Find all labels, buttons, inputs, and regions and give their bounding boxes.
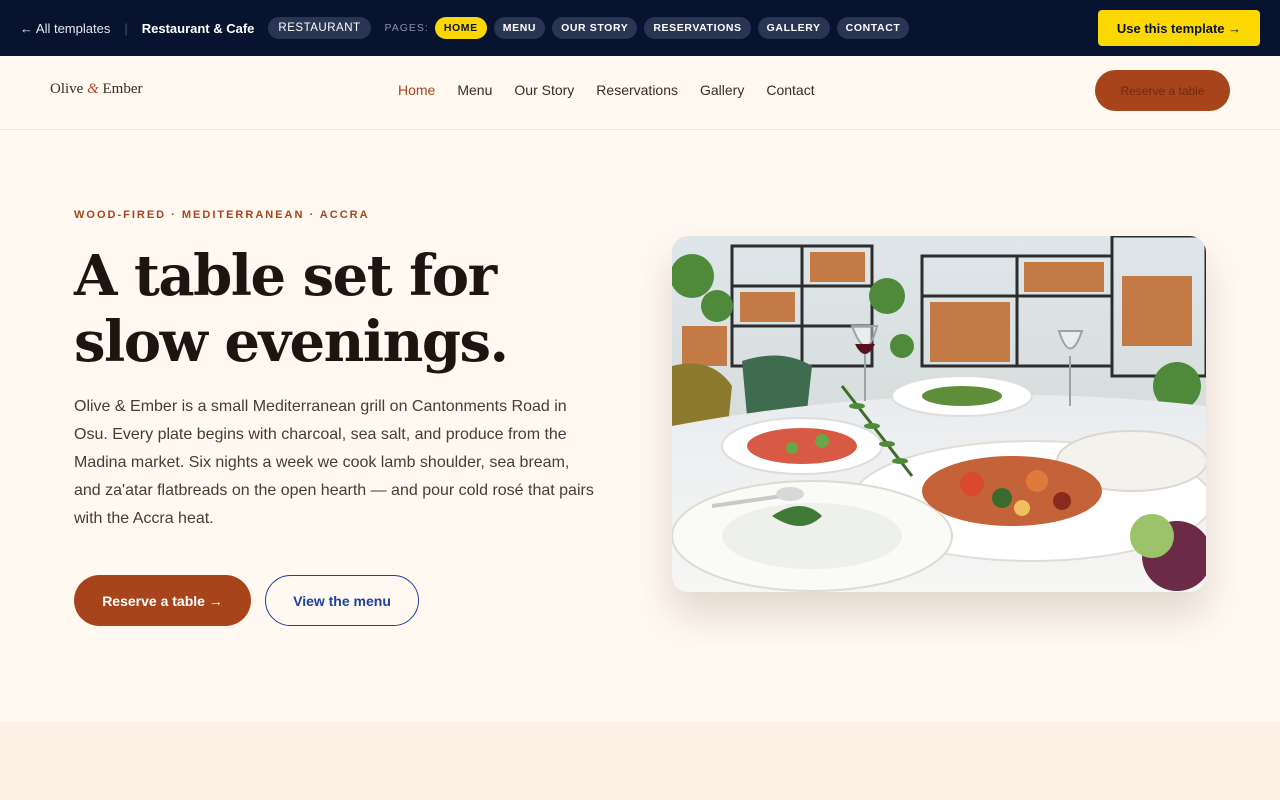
- reserve-table-button[interactable]: Reserve a table →: [74, 575, 251, 626]
- page-pill-reservations[interactable]: RESERVATIONS: [644, 17, 751, 39]
- header-reserve-button[interactable]: Reserve a table: [1095, 70, 1230, 111]
- nav-contact[interactable]: Contact: [766, 82, 814, 98]
- headline-line-1: A table set for: [74, 243, 497, 309]
- hero-description: Olive & Ember is a small Mediterranean g…: [74, 398, 594, 527]
- site-logo[interactable]: Olive & Ember: [50, 81, 142, 98]
- template-bar: ← All templates | Restaurant & Cafe REST…: [0, 0, 1280, 56]
- restaurant-table-illustration: [672, 236, 1206, 592]
- hero-eyebrow: WOOD-FIRED · MEDITERRANEAN · ACCRA: [74, 209, 370, 221]
- nav-our-story[interactable]: Our Story: [514, 82, 574, 98]
- all-templates-link[interactable]: ← All templates: [20, 21, 110, 36]
- view-menu-button[interactable]: View the menu: [265, 575, 419, 626]
- headline-line-2: slow evenings.: [74, 309, 509, 375]
- nav-gallery[interactable]: Gallery: [700, 82, 744, 98]
- page-pill-contact[interactable]: CONTACT: [836, 17, 910, 39]
- pages-label: PAGES:: [384, 22, 429, 34]
- hero-cta-row: Reserve a table → View the menu: [74, 575, 419, 626]
- page-pill-home[interactable]: HOME: [434, 17, 487, 39]
- page-pill-gallery[interactable]: GALLERY: [757, 17, 830, 39]
- nav-home[interactable]: Home: [398, 82, 435, 98]
- template-name: Restaurant & Cafe: [141, 20, 255, 36]
- hero-text: WOOD-FIRED · MEDITERRANEAN · ACCRA A tab…: [74, 209, 604, 533]
- page-pill-menu[interactable]: MENU: [493, 17, 546, 39]
- hero-food-photo: [672, 236, 1206, 592]
- main-nav: Home Menu Our Story Reservations Gallery…: [398, 82, 815, 98]
- page-pill-our-story[interactable]: OUR STORY: [552, 17, 638, 39]
- logo-first: Olive: [50, 81, 84, 97]
- next-section-band: [0, 722, 1280, 800]
- site-header: Olive & Ember Home Menu Our Story Reserv…: [0, 56, 1280, 130]
- use-template-button[interactable]: Use this template →: [1098, 10, 1260, 46]
- logo-last: Ember: [102, 81, 143, 97]
- nav-menu[interactable]: Menu: [457, 82, 492, 98]
- category-badge: RESTAURANT: [268, 17, 371, 39]
- divider: |: [124, 20, 128, 36]
- nav-reservations[interactable]: Reservations: [596, 82, 678, 98]
- hero-headline: A table set for slow evenings.: [74, 243, 604, 375]
- logo-ampersand: &: [87, 81, 99, 97]
